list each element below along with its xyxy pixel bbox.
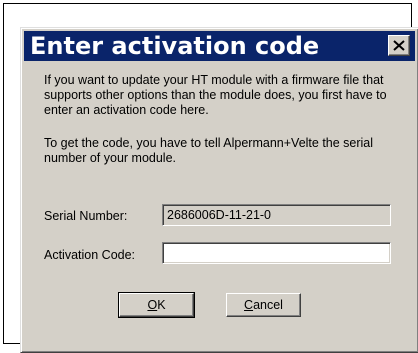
close-icon bbox=[393, 40, 405, 51]
activation-code-label: Activation Code: bbox=[44, 248, 136, 262]
activation-dialog: Enter activation code If you want to upd… bbox=[20, 27, 418, 353]
serial-number-label: Serial Number: bbox=[44, 209, 128, 223]
ok-label-rest: K bbox=[157, 298, 166, 312]
instruction-text-2: To get the code, you have to tell Alperm… bbox=[44, 136, 374, 165]
close-button[interactable] bbox=[388, 35, 410, 56]
ok-accelerator: O bbox=[147, 298, 158, 312]
activation-code-input[interactable] bbox=[162, 242, 391, 264]
cancel-accelerator: C bbox=[244, 298, 254, 312]
cancel-button[interactable]: Cancel bbox=[226, 293, 301, 317]
cancel-label-rest: ancel bbox=[253, 298, 283, 312]
title-bar[interactable]: Enter activation code bbox=[24, 31, 415, 61]
ok-button[interactable]: OK bbox=[118, 292, 195, 318]
dialog-title: Enter activation code bbox=[30, 32, 320, 60]
serial-number-field: 2686006D-11-21-0 bbox=[162, 204, 391, 226]
instruction-text-1: If you want to update your HT module wit… bbox=[44, 73, 387, 117]
